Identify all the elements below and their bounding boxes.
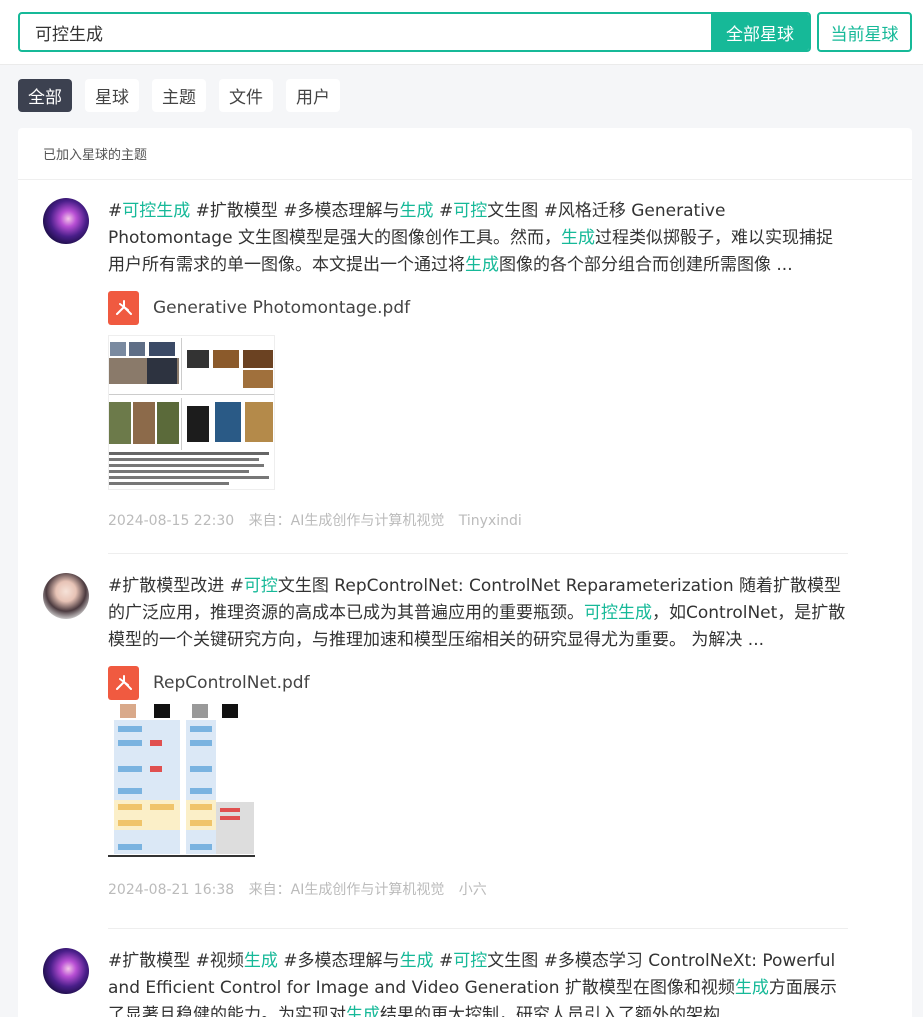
file-name: Generative Photomontage.pdf — [153, 298, 411, 318]
post-text-segment: #多模态理解与 — [277, 951, 400, 971]
highlight-keyword: 生成 — [399, 201, 434, 221]
post-text[interactable]: #可控生成 #扩散模型 #多模态理解与生成 #可控文生图 #风格迁移 Gener… — [108, 198, 848, 279]
file-attachment[interactable]: RepControlNet.pdf — [108, 666, 848, 700]
highlight-keyword: 生成 — [734, 978, 769, 998]
pdf-icon — [108, 666, 139, 700]
attachment-thumbnail[interactable] — [108, 335, 275, 490]
tab-planets[interactable]: 星球 — [85, 79, 139, 112]
post-source[interactable]: 来自：AI生成创作与计算机视觉 — [249, 513, 445, 529]
post-text-segment: 结果的更大控制，研究人员引入了额外的架构 ... — [380, 1005, 742, 1017]
post-text-segment: # — [108, 201, 123, 221]
avatar[interactable] — [43, 573, 89, 619]
highlight-keyword: 可控生成 — [584, 603, 652, 623]
search-input[interactable] — [20, 14, 713, 50]
highlight-keyword: 生成 — [560, 228, 595, 248]
pdf-icon — [108, 291, 139, 325]
tab-files[interactable]: 文件 — [219, 79, 273, 112]
post-date: 2024-08-15 22:30 — [108, 513, 235, 529]
highlight-keyword: 可控 — [453, 951, 488, 971]
post-source[interactable]: 来自：AI生成创作与计算机视觉 — [249, 882, 445, 898]
divider — [108, 553, 848, 554]
results-panel: 已加入星球的主题 #可控生成 #扩散模型 #多模态理解与生成 #可控文生图 #风… — [18, 128, 912, 1017]
avatar[interactable] — [43, 948, 89, 994]
post-text-segment: # — [433, 951, 454, 971]
top-search-bar: 全部星球 当前星球 — [0, 0, 923, 65]
post-meta: 2024-08-21 16:38 来自：AI生成创作与计算机视觉 小六 — [108, 879, 848, 899]
post-meta: 2024-08-15 22:30 来自：AI生成创作与计算机视觉 Tinyxin… — [108, 510, 848, 530]
highlight-keyword: 可控生成 — [122, 201, 191, 221]
highlight-keyword: 生成 — [465, 255, 499, 275]
post-text-segment: #扩散模型改进 # — [108, 576, 244, 596]
tab-topics[interactable]: 主题 — [152, 79, 206, 112]
search-all-planets-button[interactable]: 全部星球 — [711, 14, 809, 50]
tab-users[interactable]: 用户 — [286, 79, 340, 112]
highlight-keyword: 可控 — [243, 576, 278, 596]
highlight-keyword: 可控 — [453, 201, 488, 221]
filter-tabs: 全部 星球 主题 文件 用户 — [18, 79, 353, 112]
highlight-keyword: 生成 — [399, 951, 434, 971]
post-text-segment: #扩散模型 #多模态理解与 — [190, 201, 400, 221]
divider — [108, 928, 848, 929]
search-box: 全部星球 — [18, 12, 811, 52]
highlight-keyword: 生成 — [346, 1005, 380, 1017]
search-current-planet-button[interactable]: 当前星球 — [817, 12, 912, 52]
post-content: #扩散模型改进 #可控文生图 RepControlNet: ControlNet… — [108, 573, 848, 899]
highlight-keyword: 生成 — [243, 951, 278, 971]
post-author[interactable]: Tinyxindi — [459, 513, 522, 529]
post-content: #扩散模型 #视频生成 #多模态理解与生成 #可控文生图 #多模态学习 Cont… — [108, 948, 848, 1017]
post-text[interactable]: #扩散模型 #视频生成 #多模态理解与生成 #可控文生图 #多模态学习 Cont… — [108, 948, 848, 1017]
post-content: #可控生成 #扩散模型 #多模态理解与生成 #可控文生图 #风格迁移 Gener… — [108, 198, 848, 530]
post-text[interactable]: #扩散模型改进 #可控文生图 RepControlNet: ControlNet… — [108, 573, 848, 654]
avatar[interactable] — [43, 198, 89, 244]
post-text-segment: # — [433, 201, 454, 221]
file-attachment[interactable]: Generative Photomontage.pdf — [108, 291, 848, 325]
panel-header: 已加入星球的主题 — [18, 128, 912, 180]
post-text-segment: #扩散模型 #视频 — [108, 951, 244, 971]
post-author[interactable]: 小六 — [459, 882, 487, 898]
post-text-segment: 图像的各个部分组合而创建所需图像 ... — [499, 255, 793, 275]
file-name: RepControlNet.pdf — [153, 673, 310, 693]
tab-all[interactable]: 全部 — [18, 79, 72, 112]
post-date: 2024-08-21 16:38 — [108, 882, 235, 898]
attachment-thumbnail[interactable] — [108, 704, 255, 859]
